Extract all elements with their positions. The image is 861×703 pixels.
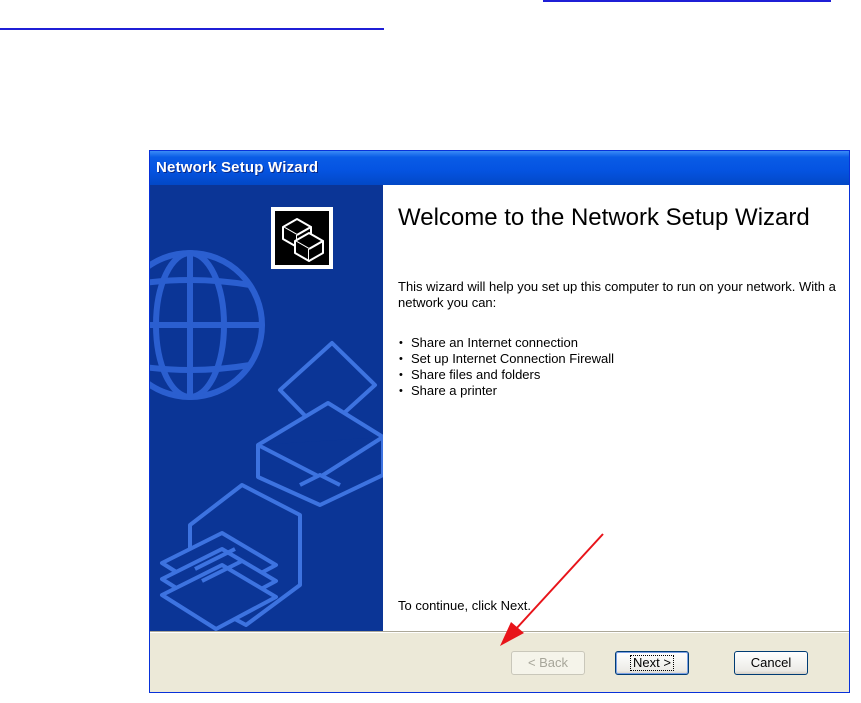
hyperlink-underline [543, 0, 831, 2]
footer-divider [150, 631, 849, 633]
wizard-intro-text: This wizard will help you set up this co… [398, 279, 836, 310]
list-item: • Share a printer [399, 383, 497, 398]
list-item: • Share files and folders [399, 367, 541, 382]
list-item: • Share an Internet connection [399, 335, 578, 350]
wizard-window: Network Setup Wizard Welcome to the Netw… [149, 150, 850, 693]
network-computers-icon [271, 207, 333, 269]
hyperlink-underline [0, 28, 384, 30]
folder-icon [160, 483, 302, 631]
back-button[interactable]: < Back [511, 651, 585, 675]
cancel-button[interactable]: Cancel [734, 651, 808, 675]
continue-hint: To continue, click Next. [398, 598, 531, 613]
title-bar[interactable]: Network Setup Wizard [150, 151, 849, 185]
window-title: Network Setup Wizard [156, 159, 319, 176]
wizard-heading: Welcome to the Network Setup Wizard [398, 204, 810, 231]
printer-icon [256, 341, 383, 507]
wizard-side-panel [150, 185, 383, 631]
feature-list: • Share an Internet connection • Set up In… [398, 335, 614, 399]
next-button-label: Next > [630, 655, 674, 671]
list-item: • Set up Internet Connection Firewall [399, 351, 615, 366]
next-button[interactable]: Next > [615, 651, 689, 675]
globe-icon [150, 250, 265, 400]
wizard-content: Welcome to the Network Setup Wizard This… [271, 185, 849, 631]
